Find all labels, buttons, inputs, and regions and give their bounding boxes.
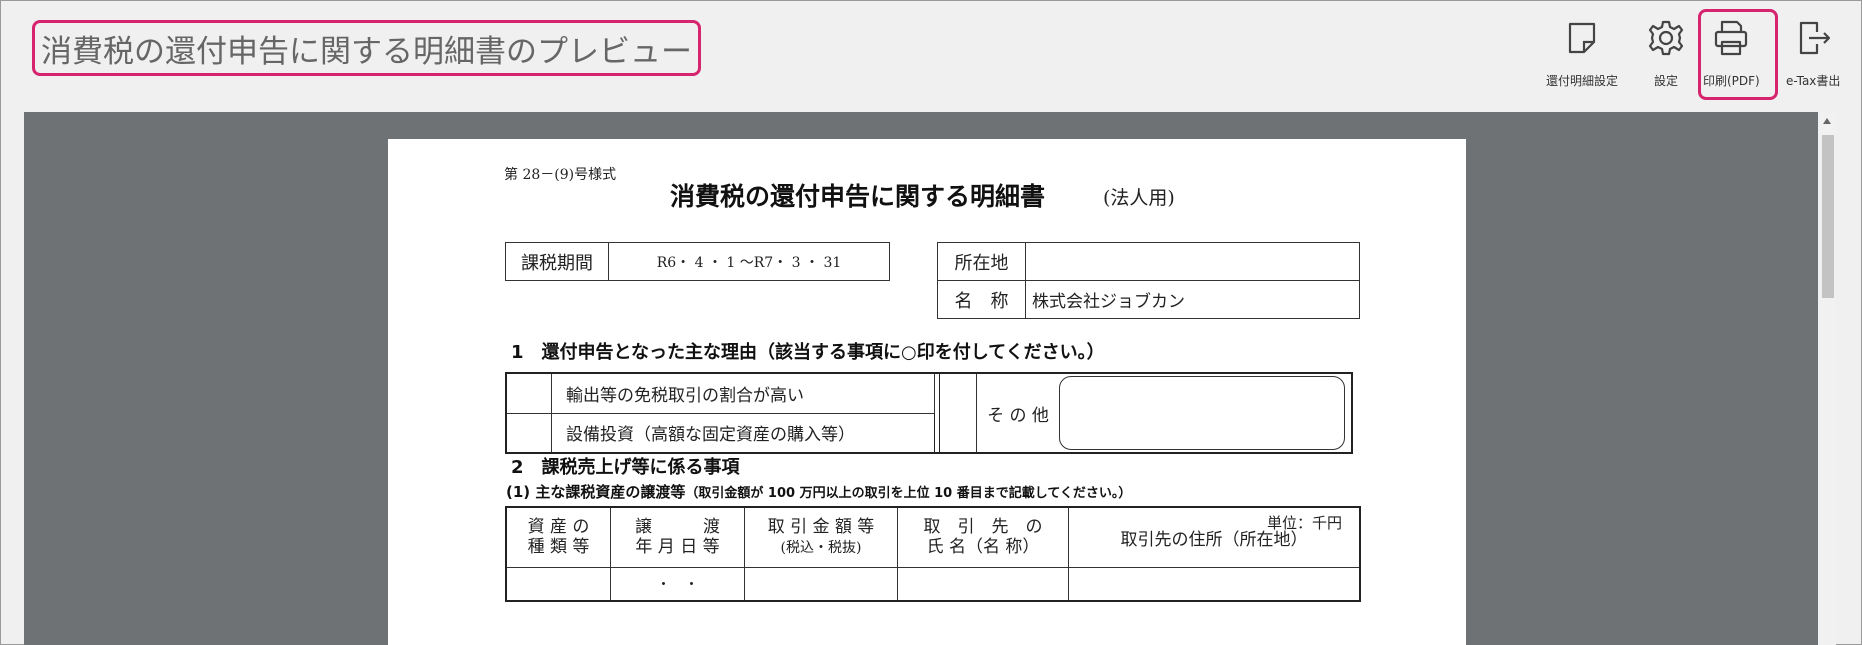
document-title: 消費税の還付申告に関する明細書: [670, 182, 1046, 211]
section2-heading: 2 課税売上げ等に係る事項: [511, 457, 740, 478]
name-label: 名 称: [937, 280, 1026, 319]
section2-subheading: (1) 主な課税資産の譲渡等（取引金額が 100 万円以上の取引を上位 10 番…: [506, 481, 1131, 502]
column-header: 譲 渡年 月 日 等: [610, 506, 745, 568]
page-title: 消費税の還付申告に関する明細書のプレビュー: [41, 33, 692, 70]
section2-subheading-main: (1) 主な課税資産の譲渡等: [506, 483, 686, 501]
preview-title-box: 消費税の還付申告に関する明細書のプレビュー: [32, 20, 701, 76]
gear-icon: [1648, 20, 1684, 56]
form-number: 第 28－(9)号様式: [504, 167, 617, 183]
reason-item: 輸出等の免税取引の割合が高い: [551, 372, 935, 414]
column-header: 取 引 先 の氏 名（名 称）: [897, 506, 1069, 568]
address-value: [1025, 242, 1360, 281]
name-value: 株式会社ジョブカン: [1025, 280, 1360, 319]
note-icon: [1568, 22, 1596, 54]
settings-button[interactable]: 設定: [1646, 18, 1686, 89]
row-date: ・ ・: [610, 566, 745, 602]
reason-other-label: そ の 他: [976, 372, 1059, 454]
period-value: R6・ 4 ・ 1 〜R7・ 3 ・ 31: [608, 242, 890, 281]
vertical-scrollbar[interactable]: [1818, 112, 1836, 645]
period-label: 課税期間: [505, 242, 609, 281]
print-highlight: [1698, 9, 1778, 100]
settings-label: 設定: [1653, 74, 1678, 88]
etax-export-button[interactable]: e-Tax書出: [1786, 18, 1840, 89]
export-icon: [1800, 21, 1831, 55]
pdf-viewer[interactable]: 第 28－(9)号様式 消費税の還付申告に関する明細書 (法人用) 課税期間 R…: [24, 112, 1836, 645]
section2-subheading-note: （取引金額が 100 万円以上の取引を上位 10 番目まで記載してください。）: [685, 486, 1132, 501]
etax-export-label: e-Tax書出: [1786, 74, 1841, 88]
address-label: 所在地: [937, 242, 1026, 281]
column-header: 取引先の住所（所在地）: [1068, 506, 1361, 568]
scrollbar-thumb[interactable]: [1822, 135, 1834, 298]
reason-item: 設備投資（高額な固定資産の購入等）: [551, 412, 935, 454]
company-table: 所在地 名 称 株式会社ジョブカン: [937, 242, 1360, 319]
column-header: 取 引 金 額 等 (税込・税抜): [744, 506, 898, 568]
section1-heading: 1 還付申告となった主な理由（該当する事項に○印を付してください。）: [511, 342, 1105, 363]
scroll-up-icon[interactable]: [1823, 118, 1831, 124]
period-table: 課税期間 R6・ 4 ・ 1 〜R7・ 3 ・ 31: [505, 242, 890, 281]
document-subtitle: (法人用): [1103, 187, 1175, 209]
refund-detail-settings-button[interactable]: 還付明細設定: [1546, 18, 1618, 89]
document-page: 第 28－(9)号様式 消費税の還付申告に関する明細書 (法人用) 課税期間 R…: [388, 139, 1466, 645]
reason-other-field: [1059, 372, 1353, 454]
column-header: 資 産 の種 類 等: [505, 506, 611, 568]
refund-detail-settings-label: 還付明細設定: [1546, 74, 1619, 88]
reasons-table: 輸出等の免税取引の割合が高い そ の 他 設備投資（高額な固定資産の購入等）: [505, 372, 1353, 454]
transactions-table: 資 産 の種 類 等 譲 渡年 月 日 等 取 引 金 額 等 (税込・税抜) 取…: [505, 506, 1361, 602]
